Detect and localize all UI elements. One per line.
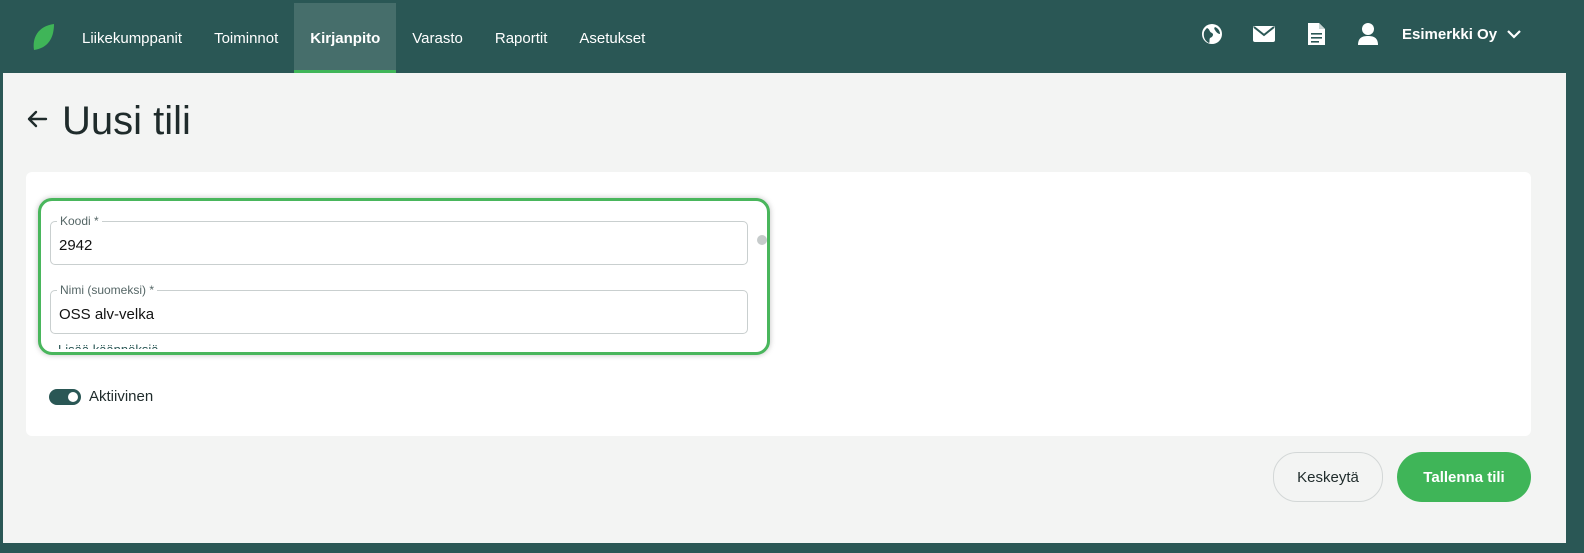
active-toggle[interactable]	[49, 388, 81, 405]
back-arrow-icon[interactable]	[25, 107, 49, 131]
top-navigation-bar: Liikekumppanit Toiminnot Kirjanpito Vara…	[0, 0, 1584, 73]
main-nav: Liikekumppanit Toiminnot Kirjanpito Vara…	[66, 3, 661, 73]
globe-icon[interactable]	[1200, 22, 1224, 46]
header-icons	[1200, 22, 1380, 46]
nav-item-raportit[interactable]: Raportit	[479, 3, 564, 73]
active-toggle-label: Aktiivinen	[89, 388, 154, 405]
company-name: Esimerkki Oy	[1402, 26, 1498, 43]
active-toggle-row: Aktiivinen	[49, 388, 153, 405]
leaf-logo-icon[interactable]	[30, 22, 56, 52]
page-title: Uusi tili	[62, 99, 191, 143]
mail-icon[interactable]	[1252, 22, 1276, 46]
account-form-card: Koodi * 2942 Nimi (suomeksi) * OSS alv-v…	[26, 172, 1531, 436]
nav-item-liikekumppanit[interactable]: Liikekumppanit	[66, 3, 198, 73]
chevron-down-icon	[1507, 30, 1521, 39]
document-icon[interactable]	[1304, 22, 1328, 46]
cancel-button[interactable]: Keskeytä	[1273, 452, 1383, 502]
main-content: Uusi tili Koodi * 2942 Nimi (suomeksi) *…	[3, 73, 1566, 543]
nav-item-varasto[interactable]: Varasto	[396, 3, 479, 73]
highlighted-fields-group: Koodi * 2942 Nimi (suomeksi) * OSS alv-v…	[38, 198, 770, 355]
nav-item-asetukset[interactable]: Asetukset	[563, 3, 661, 73]
code-field[interactable]: Koodi * 2942	[50, 214, 748, 265]
company-menu[interactable]: Esimerkki Oy	[1402, 26, 1521, 43]
user-icon[interactable]	[1356, 22, 1380, 46]
nav-item-toiminnot[interactable]: Toiminnot	[198, 3, 294, 73]
code-field-value[interactable]: 2942	[59, 237, 92, 255]
resize-handle[interactable]	[757, 235, 767, 245]
name-field-value[interactable]: OSS alv-velka	[59, 306, 154, 324]
save-account-button[interactable]: Tallenna tili	[1397, 452, 1531, 502]
code-field-label: Koodi *	[57, 214, 102, 228]
add-translations-link[interactable]: Lisää käännöksiä	[58, 339, 158, 349]
name-field-label: Nimi (suomeksi) *	[57, 283, 158, 297]
nav-item-kirjanpito[interactable]: Kirjanpito	[294, 3, 397, 73]
name-field[interactable]: Nimi (suomeksi) * OSS alv-velka	[50, 283, 748, 334]
